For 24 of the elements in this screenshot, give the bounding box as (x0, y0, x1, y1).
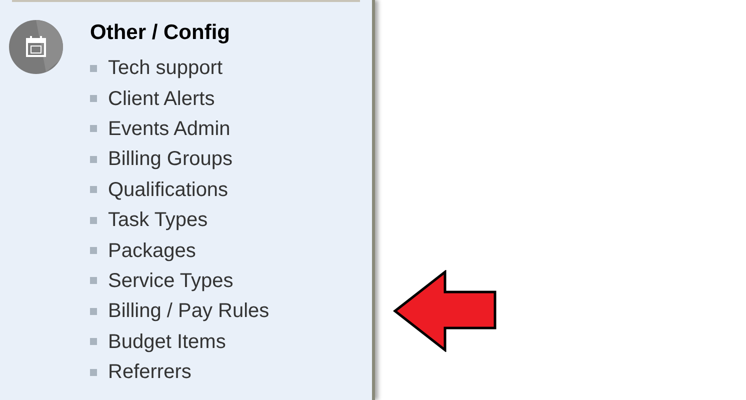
menu-link[interactable]: Billing / Pay Rules (108, 299, 270, 324)
bullet-icon (90, 277, 97, 284)
bullet-icon (90, 247, 97, 254)
menu-link[interactable]: Packages (108, 238, 196, 263)
bullet-icon (90, 95, 97, 102)
bullet-icon (90, 125, 97, 132)
bullet-icon (90, 186, 97, 194)
bullet-icon (90, 156, 97, 163)
calendar-icon (9, 20, 63, 74)
menu-link[interactable]: Tech support (108, 56, 223, 80)
bullet-icon (90, 368, 97, 376)
menu-link[interactable]: Qualifications (108, 178, 228, 202)
bullet-icon (90, 64, 97, 72)
bullet-icon (90, 338, 97, 346)
bullet-icon (90, 308, 97, 315)
menu-link[interactable]: Billing Groups (108, 147, 233, 172)
bullet-icon (90, 216, 97, 224)
menu-link[interactable]: Events Admin (108, 116, 230, 141)
menu-link[interactable]: Budget Items (108, 330, 226, 354)
menu-link[interactable]: Client Alerts (108, 86, 215, 111)
menu-link[interactable]: Service Types (108, 268, 234, 293)
menu-link[interactable]: Task Types (108, 208, 208, 232)
menu-link[interactable]: Referrers (108, 360, 192, 384)
section-heading: Other / Config (90, 20, 231, 46)
